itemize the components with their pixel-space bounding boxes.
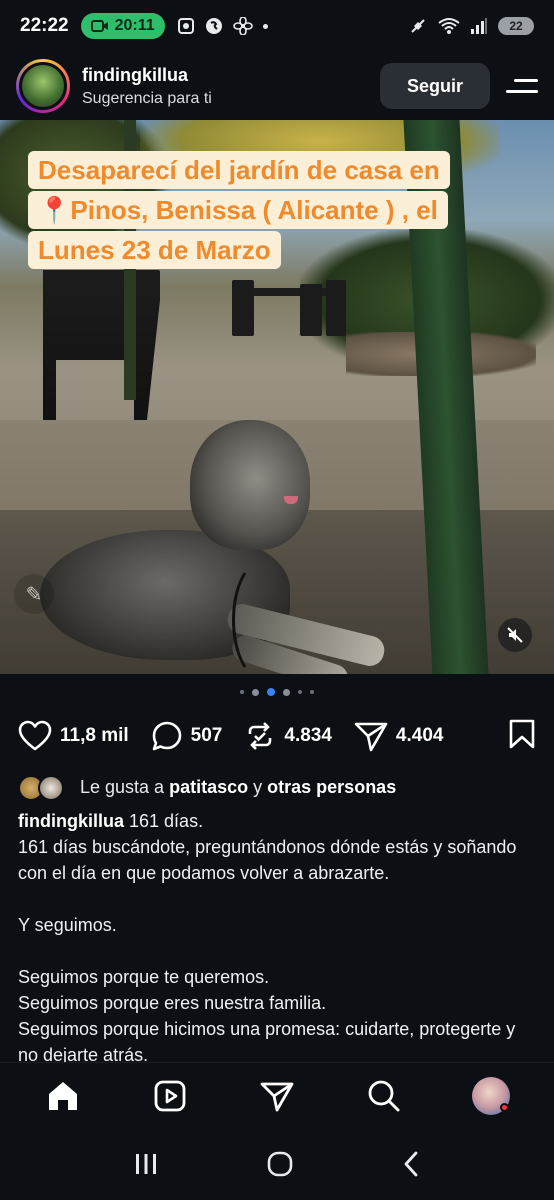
suggestion-label: Sugerencia para ti [82,89,212,107]
post-header: findingkillua Sugerencia para ti Seguir [0,52,554,120]
liked-by-others[interactable]: otras personas [267,777,396,797]
caption-line: Seguimos porque eres nuestra familia. [18,993,327,1013]
share-count: 4.404 [395,725,444,746]
carousel-dot [252,688,259,696]
recents-icon[interactable] [133,1152,159,1176]
carousel-dot [240,690,244,694]
image-text-overlay: Desaparecí del jardín de casa en 📍Pinos,… [28,150,514,270]
save-button[interactable] [508,718,536,755]
status-right: 22 [408,16,534,36]
carousel-dot-active [267,688,275,696]
heart-icon [18,720,52,751]
comment-button[interactable]: 507 [151,720,223,752]
caption-username[interactable]: findingkillua [18,811,124,831]
carousel-indicator [0,686,554,698]
avatar-image [19,62,67,110]
like-count: 11,8 mil [60,725,129,746]
leash [232,560,292,674]
share-button[interactable]: 4.404 [354,720,444,752]
nav-reels[interactable] [142,1068,198,1124]
liker-avatars [18,773,70,801]
liked-by-user[interactable]: patitasco [169,777,248,797]
search-icon [368,1080,400,1111]
patio-chair [326,280,346,336]
nav-profile[interactable] [463,1068,519,1124]
dog-head [190,420,310,550]
story-avatar[interactable] [16,59,70,113]
call-timer: 20:11 [114,17,155,34]
follow-button[interactable]: Seguir [380,63,490,109]
overlay-line: Desaparecí del jardín de casa en [28,151,450,189]
video-call-icon [90,20,108,32]
fan-icon [232,17,253,35]
nav-search[interactable] [356,1068,412,1124]
mute-vibrate-icon [411,19,425,33]
post-username[interactable]: findingkillua [82,65,212,86]
liked-by-prefix: Le gusta a [80,776,165,797]
nav-messages[interactable] [249,1068,305,1124]
send-icon [260,1082,294,1111]
post-actions: 11,8 mil 507 4.834 4.404 [0,710,554,762]
battery-level: 22 [509,19,523,33]
caption-line: 161 días buscándote, preguntándonos dónd… [18,837,517,883]
caption-line: Seguimos porque te queremos. [18,967,270,987]
overlay-line: Lunes 23 de Marzo [28,231,281,269]
patio-chair-front [43,270,160,420]
mute-icon[interactable] [498,618,532,652]
notification-dot [499,1102,509,1112]
status-time: 22:22 [20,15,69,36]
call-indicator[interactable]: 20:11 [80,13,165,39]
battery-indicator: 22 [498,17,534,35]
comment-count: 507 [190,725,223,746]
comment-icon [152,721,181,751]
patio-chair [300,284,322,336]
edit-pencil-icon[interactable]: ✎ [14,574,54,614]
avatar [38,775,64,801]
signal-icon [471,18,487,34]
home-icon [49,1081,78,1110]
patio-chair [232,280,254,336]
caption-line: Seguimos porque hicimos una promesa: cui… [18,1019,516,1062]
repost-button[interactable]: 4.834 [244,720,332,752]
post-caption: findingkillua 161 días. 161 días buscánd… [18,808,536,1062]
carousel-dot [283,688,290,696]
back-icon[interactable] [401,1150,421,1178]
liked-by-text: Le gusta a patitasco y otras personas [80,777,396,798]
reels-icon [154,1080,186,1111]
post-image[interactable]: Desaparecí del jardín de casa en 📍Pinos,… [0,120,554,674]
caption-first: 161 días. [129,811,204,831]
nav-home[interactable] [35,1068,91,1124]
shazam-icon [205,18,222,34]
bookmark-icon [509,719,535,748]
overlay-line: 📍Pinos, Benissa ( Alicante ) , el [28,191,448,229]
liked-by-connector: y [253,776,263,797]
wifi-icon [438,18,460,34]
bottom-nav [0,1062,554,1128]
speaker-muted-icon [507,627,523,643]
user-meta: findingkillua Sugerencia para ti [82,65,212,108]
caption-line: Y seguimos. [18,915,117,935]
repost-count: 4.834 [284,725,332,746]
system-navigation [0,1128,554,1200]
home-circle-icon[interactable] [266,1150,294,1178]
menu-icon[interactable] [506,74,538,98]
notification-icons [177,17,268,35]
carousel-dot [298,690,302,694]
carousel-dot [310,690,314,694]
liked-by[interactable]: Le gusta a patitasco y otras personas [18,770,538,804]
repost-icon [249,722,272,750]
send-icon [354,722,388,752]
screenshot-icon [177,18,194,34]
status-bar: 22:22 20:11 22 [0,0,554,52]
caption-first-line: findingkillua 161 días. [18,808,536,834]
like-button[interactable]: 11,8 mil [18,720,129,752]
more-notifications-dot [262,23,268,29]
